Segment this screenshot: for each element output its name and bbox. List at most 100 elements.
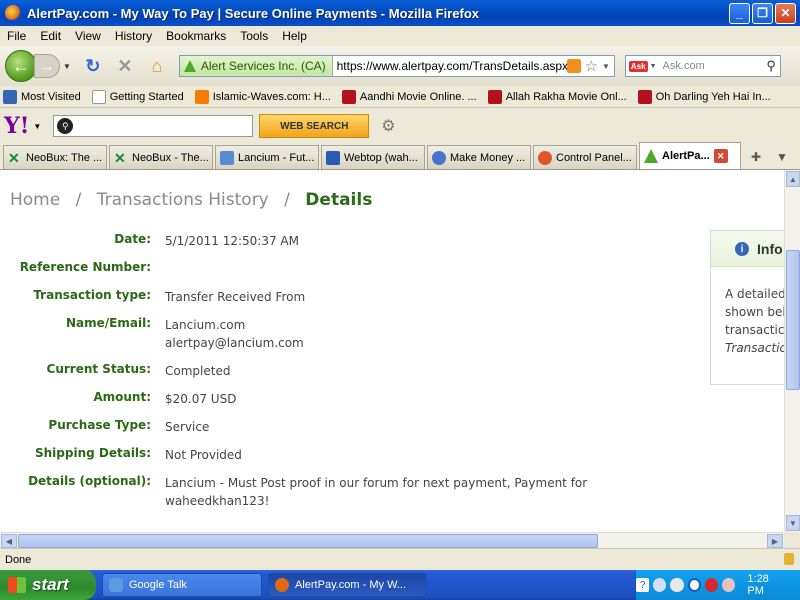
forward-button[interactable]: → [34, 54, 60, 78]
blogger-icon [194, 89, 209, 104]
lancium-icon [220, 150, 234, 165]
scroll-down-icon[interactable]: ▼ [786, 515, 800, 531]
clock[interactable]: 1:28 PM [747, 573, 786, 597]
speaker-icon[interactable] [670, 578, 684, 592]
alertpay-icon [183, 60, 196, 72]
vertical-scrollbar[interactable]: ▲ ▼ [784, 170, 800, 532]
taskbar-item-firefox[interactable]: AlertPay.com - My W... [268, 573, 426, 597]
bookmark-star-icon[interactable]: ☆ [585, 57, 598, 75]
horizontal-scroll-thumb[interactable] [18, 534, 598, 548]
back-button[interactable]: ← [5, 50, 37, 82]
menu-bookmarks[interactable]: Bookmarks [159, 29, 233, 43]
yahoo-search-input[interactable]: ⚲ [53, 115, 254, 137]
info-icon: i [735, 242, 749, 256]
bookmark-label: Oh Darling Yeh Hai In... [655, 90, 771, 103]
detail-row-name-email: Name/Email: Lancium.com alertpay@lancium… [0, 316, 700, 362]
minimize-button[interactable]: _ [729, 2, 750, 24]
windows-logo-icon [8, 577, 26, 593]
tab-neobux-2[interactable]: ✕ NeoBux - The... [109, 145, 213, 169]
detail-label: Date: [114, 232, 151, 246]
menu-file[interactable]: File [0, 29, 33, 43]
detail-row-purchase-type: Purchase Type: Service [0, 418, 700, 446]
menu-help[interactable]: Help [275, 29, 314, 43]
tab-lancium[interactable]: Lancium - Fut... [215, 145, 319, 169]
breadcrumb-transactions-history[interactable]: Transactions History [97, 190, 269, 210]
start-button[interactable]: start [0, 570, 96, 600]
ask-search-engine-icon[interactable]: Ask [628, 60, 648, 72]
show-hidden-icons-icon[interactable] [687, 578, 702, 592]
site-identity-button[interactable]: Alert Services Inc. (CA) [179, 56, 333, 76]
breadcrumb-current: Details [305, 190, 373, 210]
detail-row-shipping: Shipping Details: Not Provided [0, 446, 700, 474]
yahoo-logo[interactable]: Y! [4, 113, 29, 139]
firefox-icon [5, 5, 21, 21]
vertical-scroll-thumb[interactable] [786, 250, 800, 390]
menu-edit[interactable]: Edit [33, 29, 68, 43]
page-content: Home / Transactions History / Details Da… [0, 170, 784, 532]
tab-control-panel[interactable]: Control Panel... [533, 145, 637, 169]
yahoo-menu-dropdown-icon[interactable]: ▼ [33, 122, 41, 131]
url-bar[interactable]: Alert Services Inc. (CA) https://www.ale… [178, 55, 615, 77]
bookmark-aandhi[interactable]: Aandhi Movie Online. ... [339, 89, 477, 104]
engine-dropdown-icon[interactable]: ▼ [650, 63, 657, 70]
breadcrumb-home[interactable]: Home [10, 190, 60, 210]
tab-close-icon[interactable]: ✕ [713, 149, 728, 163]
tab-alertpay[interactable]: AlertPa... ✕ [639, 142, 741, 169]
maximize-button[interactable]: ❐ [752, 2, 773, 24]
info-line: A detailed [725, 287, 784, 301]
bookmark-islamic-waves[interactable]: Islamic-Waves.com: H... [192, 89, 331, 104]
home-icon[interactable]: ⌂ [145, 54, 169, 78]
status-bar: Done [0, 548, 800, 570]
status-text: Done [5, 553, 32, 566]
search-input[interactable]: Ask.com [657, 60, 767, 72]
secure-lock-icon[interactable] [784, 553, 794, 565]
menu-bar: File Edit View History Bookmarks Tools H… [0, 26, 800, 46]
detail-row-amount: Amount: $20.07 USD [0, 390, 700, 418]
scroll-up-icon[interactable]: ▲ [786, 171, 800, 187]
tab-webtop[interactable]: Webtop (wah... [321, 145, 425, 169]
new-tab-icon[interactable]: ✚ [743, 145, 769, 169]
alertpay-icon [644, 149, 658, 163]
bookmark-getting-started[interactable]: Getting Started [89, 89, 184, 104]
bookmark-label: Getting Started [109, 90, 184, 103]
network-icon[interactable] [653, 578, 667, 592]
history-dropdown-icon[interactable]: ▼ [63, 62, 71, 71]
url-text[interactable]: https://www.alertpay.com/TransDetails.as… [333, 59, 567, 73]
bookmark-allah-rakha[interactable]: Allah Rakha Movie Onl... [485, 89, 627, 104]
scroll-right-icon[interactable]: ▶ [767, 534, 783, 548]
help-icon[interactable]: ? [636, 578, 650, 592]
scroll-left-icon[interactable]: ◀ [1, 534, 17, 548]
gear-icon[interactable]: ⚙ [381, 116, 395, 136]
menu-view[interactable]: View [68, 29, 108, 43]
taskbar-item-google-talk[interactable]: Google Talk [102, 573, 262, 597]
stop-icon[interactable]: ✕ [113, 54, 137, 78]
close-button[interactable]: ✕ [775, 2, 796, 24]
tab-list-dropdown-icon[interactable]: ▼ [769, 145, 795, 169]
url-dropdown-icon[interactable]: ▼ [602, 62, 610, 71]
tab-make-money[interactable]: Make Money ... [427, 145, 531, 169]
tab-neobux-1[interactable]: ✕ NeoBux: The ... [3, 145, 107, 169]
bookmark-oh-darling[interactable]: Oh Darling Yeh Hai In... [635, 89, 771, 104]
rss-feed-icon[interactable] [566, 59, 581, 73]
windows-taskbar: start Google Talk AlertPay.com - My W...… [0, 570, 800, 600]
tab-bar: ✕ NeoBux: The ... ✕ NeoBux - The... Lanc… [0, 142, 800, 170]
detail-label: Current Status: [46, 362, 151, 376]
info-panel-title: Info [757, 240, 783, 257]
reload-icon[interactable]: ↻ [81, 54, 105, 78]
navigation-toolbar: ← → ▼ ↻ ✕ ⌂ Alert Services Inc. (CA) htt… [0, 46, 800, 86]
detail-label: Name/Email: [66, 316, 151, 330]
mail-icon[interactable] [722, 578, 736, 592]
menu-history[interactable]: History [108, 29, 159, 43]
breadcrumb-separator: / [284, 190, 290, 210]
horizontal-scrollbar[interactable]: ◀ ▶ [0, 532, 784, 548]
antivirus-icon[interactable] [705, 578, 719, 592]
bookmark-most-visited[interactable]: Most Visited [0, 89, 81, 104]
window-titlebar[interactable]: AlertPay.com - My Way To Pay | Secure On… [0, 0, 800, 26]
detail-label: Shipping Details: [34, 446, 151, 460]
search-icon[interactable]: ⚲ [766, 58, 776, 74]
firefox-icon [275, 578, 289, 592]
web-search-button[interactable]: WEB SEARCH [259, 114, 370, 138]
breadcrumb-separator: / [75, 190, 82, 210]
menu-tools[interactable]: Tools [233, 29, 275, 43]
search-bar[interactable]: Ask ▼ Ask.com ⚲ [624, 55, 781, 77]
